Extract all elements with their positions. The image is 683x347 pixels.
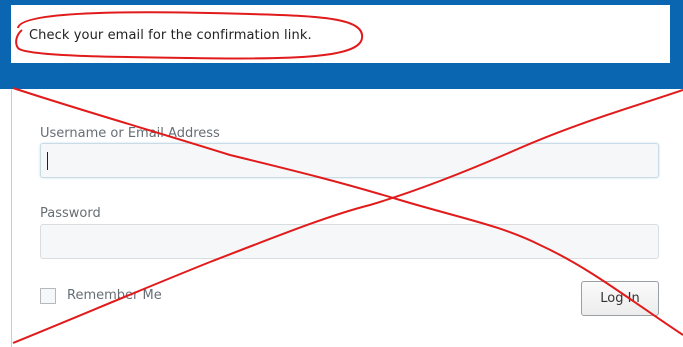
header-bar [0,63,683,89]
login-button[interactable]: Log In [581,281,659,316]
remember-me-label: Remember Me [67,288,162,303]
username-input[interactable] [40,143,659,178]
text-caret [47,152,48,170]
left-frame [0,0,11,63]
right-frame [670,0,683,63]
confirmation-message: Check your email for the confirmation li… [29,28,312,43]
username-label: Username or Email Address [40,126,220,141]
password-label: Password [40,206,101,221]
password-input[interactable] [40,224,659,259]
remember-me-checkbox[interactable] [40,288,56,304]
